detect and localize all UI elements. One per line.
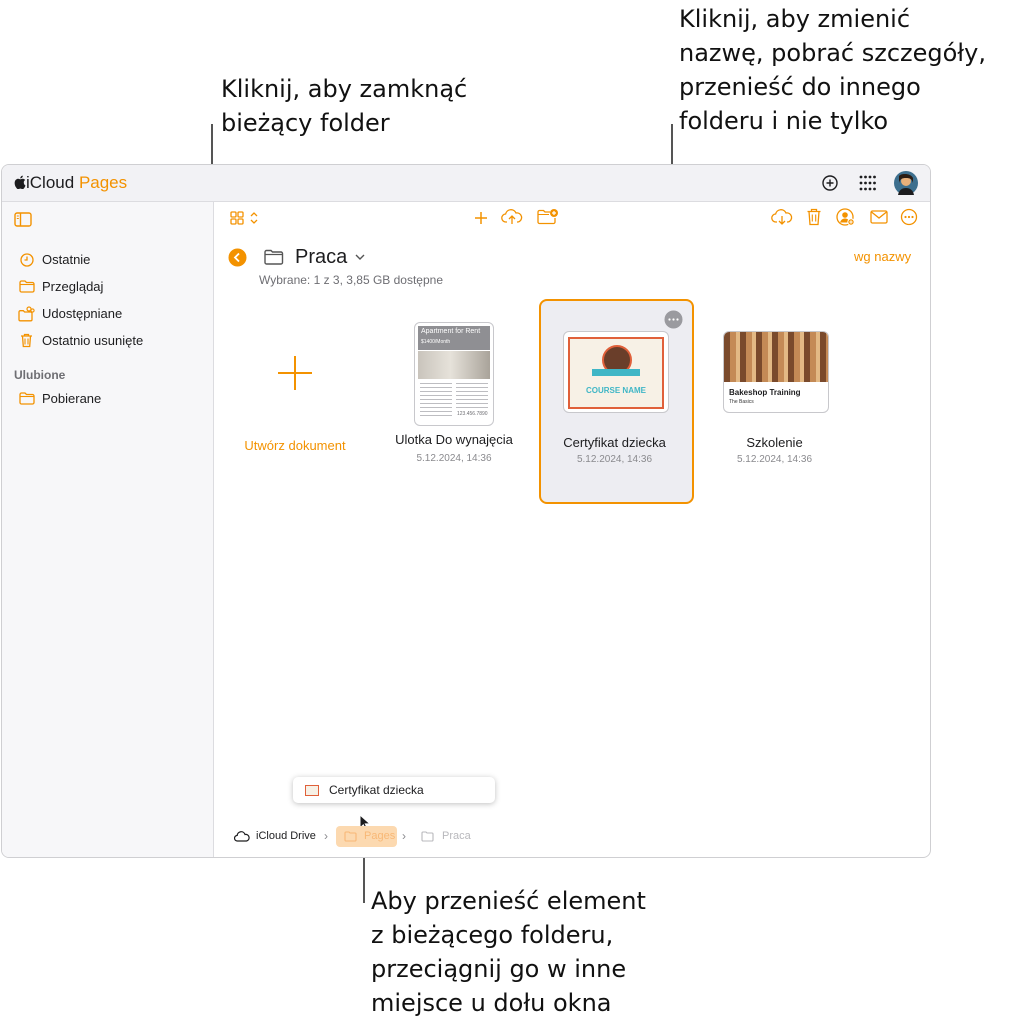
bakeshop-photo	[724, 332, 828, 382]
delete-trash-icon[interactable]	[806, 208, 822, 226]
sidebar-item-label: Przeglądaj	[42, 279, 104, 294]
favorites-heading: Ulubione	[14, 368, 66, 382]
cert-ribbon	[592, 369, 640, 376]
callout-close-folder: Kliknij, aby zamknąć bieżący folder	[221, 75, 468, 137]
view-grid-icon[interactable]	[230, 210, 260, 226]
sidebar-item-label: Ostatnio usunięte	[42, 333, 144, 348]
chevron-right-icon: ›	[402, 829, 406, 843]
document-title-certificate[interactable]: Certyfikat dziecka	[544, 435, 685, 450]
breadcrumb-item-label: Pages	[364, 830, 396, 842]
document-thumbnail-bakeshop[interactable]: Bakeshop Training The Basics	[723, 331, 829, 413]
brand-prefix: iCloud	[26, 173, 75, 192]
item-more-options-icon[interactable]	[664, 310, 683, 329]
trash-icon	[21, 333, 32, 348]
folder-title-icon	[264, 249, 284, 265]
document-thumbnail-flyer[interactable]: Apartment for Rent $1400/Month 123.456.7…	[414, 322, 494, 426]
flyer-heading: Apartment for Rent	[421, 328, 481, 335]
folder-name[interactable]: Praca	[295, 246, 347, 269]
download-cloud-icon[interactable]	[771, 208, 793, 226]
cert-frame: COURSE NAME	[568, 337, 664, 409]
main-content: Praca Wybrane: 1 z 3, 3,85 GB dostępne w…	[214, 202, 930, 857]
bakeshop-subtitle: The Basics	[729, 399, 754, 405]
chevron-down-icon[interactable]	[355, 254, 365, 261]
breadcrumb-item-icloud-drive[interactable]: iCloud Drive	[256, 830, 316, 842]
sidebar-toggle-icon[interactable]	[14, 212, 32, 227]
flyer-price: $1400/Month	[421, 339, 451, 345]
more-options-icon[interactable]	[900, 208, 918, 226]
drag-preview: Certyfikat dziecka	[293, 777, 495, 803]
sidebar-item-shared[interactable]: Udostępniane	[16, 303, 206, 325]
breadcrumb: iCloud Drive › Pages › Praca	[234, 826, 534, 852]
flyer-text-block-right	[456, 383, 488, 409]
breadcrumb-item-pages-drop-target[interactable]: Pages	[336, 826, 397, 847]
chevron-right-icon: ›	[324, 829, 328, 843]
create-plus-icon[interactable]	[277, 355, 313, 391]
drag-preview-thumb	[305, 785, 319, 796]
collaborate-icon[interactable]	[835, 207, 855, 226]
folder-icon	[19, 392, 35, 405]
brand-name: Pages	[78, 173, 128, 192]
document-date-certificate: 5.12.2024, 14:36	[576, 454, 653, 465]
document-title-flyer[interactable]: Ulotka Do wynajęcia	[384, 432, 524, 447]
mail-icon[interactable]	[870, 210, 888, 224]
breadcrumb-item-praca[interactable]: Praca	[442, 830, 471, 842]
create-document-label[interactable]: Utwórz dokument	[234, 438, 356, 453]
add-circle-icon[interactable]	[821, 174, 839, 192]
sidebar-item-label: Ostatnie	[42, 252, 91, 267]
sidebar-item-label: Udostępniane	[42, 306, 123, 321]
folder-status: Wybrane: 1 z 3, 3,85 GB dostępne	[259, 273, 444, 287]
flyer-phone: 123.456.7890	[457, 411, 488, 417]
top-bar: iCloud Pages	[2, 165, 930, 202]
callout-rename: Kliknij, aby zmienić nazwę, pobrać szcze…	[679, 5, 986, 135]
sidebar-item-label: Pobierane	[42, 391, 102, 406]
app-grid-icon[interactable]	[859, 175, 877, 191]
new-document-plus-icon[interactable]	[473, 210, 489, 226]
document-title-bakeshop[interactable]: Szkolenie	[704, 435, 845, 450]
folder-icon	[421, 831, 434, 842]
flyer-header: Apartment for Rent $1400/Month	[418, 326, 490, 350]
cert-course-text: COURSE NAME	[585, 386, 646, 395]
apple-logo-icon	[14, 175, 26, 190]
sidebar-item-recently-deleted[interactable]: Ostatnio usunięte	[16, 330, 206, 352]
folder-icon	[344, 831, 357, 842]
document-thumbnail-certificate[interactable]: COURSE NAME	[563, 331, 669, 413]
sidebar-item-browse[interactable]: Przeglądaj	[16, 276, 206, 298]
flyer-text-block	[420, 383, 452, 417]
sidebar-item-downloads[interactable]: Pobierane	[16, 388, 206, 410]
bakeshop-title: Bakeshop Training	[729, 388, 801, 397]
sort-button[interactable]: wg nazwy	[854, 249, 911, 264]
back-chevron-icon[interactable]	[228, 248, 247, 267]
folder-icon	[19, 280, 35, 293]
pages-window: iCloud Pages Ostatnie Przeglądaj Udostęp…	[1, 164, 931, 858]
document-date-flyer: 5.12.2024, 14:36	[416, 453, 492, 464]
app-brand[interactable]: iCloud Pages	[14, 173, 127, 193]
drag-preview-label: Certyfikat dziecka	[329, 783, 424, 797]
callout-move: Aby przenieść element z bieżącego folder…	[371, 887, 646, 1017]
sidebar-item-recent[interactable]: Ostatnie	[16, 249, 206, 271]
upload-cloud-icon[interactable]	[501, 208, 523, 226]
document-date-bakeshop: 5.12.2024, 14:36	[736, 454, 813, 465]
new-folder-icon[interactable]	[537, 208, 559, 226]
cloud-icon	[234, 831, 250, 842]
clock-icon	[20, 253, 34, 267]
flyer-photo	[418, 351, 490, 379]
sidebar: Ostatnie Przeglądaj Udostępniane Ostatni…	[2, 202, 214, 857]
shared-folder-icon	[18, 306, 35, 322]
avatar[interactable]	[894, 171, 918, 195]
